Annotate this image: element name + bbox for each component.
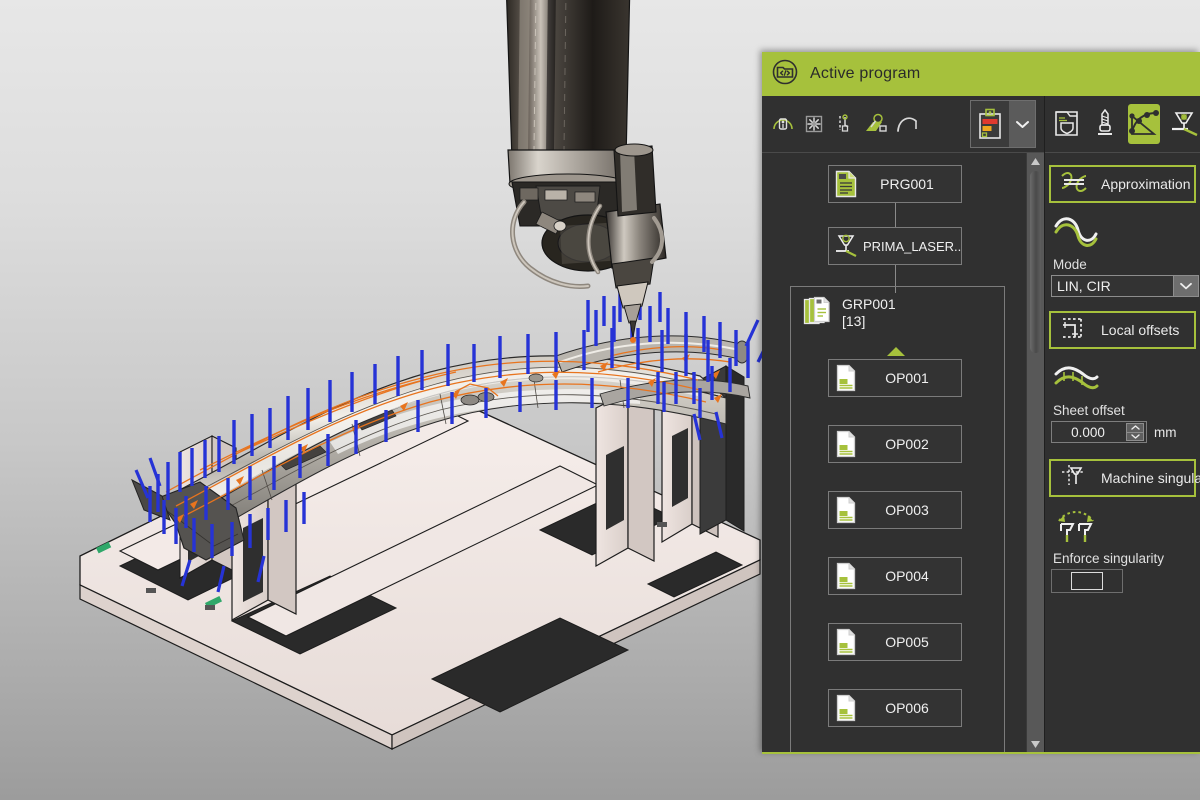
tree-node-label: PRG001 <box>863 176 961 192</box>
part-setup-icon[interactable] <box>863 109 889 139</box>
tree-node-label: PRIMA_LASER... <box>863 239 961 254</box>
tree-node-program[interactable]: PRG001 <box>828 165 962 203</box>
group-collapse-toggle[interactable] <box>887 347 905 356</box>
program-file-icon[interactable] <box>1053 104 1081 144</box>
tree-node-label: GRP001 <box>842 296 896 313</box>
tree-scrollbar[interactable] <box>1026 153 1044 752</box>
panel-body: PRG001 <box>762 96 1200 752</box>
program-code-folder-icon <box>772 59 798 90</box>
section-title: Approximation <box>1101 176 1191 192</box>
tree-node-operation[interactable]: OP006 <box>828 689 962 727</box>
field-label-enforce-singularity: Enforce singularity <box>1053 551 1200 566</box>
tree-toolbar <box>762 96 1044 153</box>
app-root: Active program <box>0 0 1200 800</box>
section-header-approximation[interactable]: Approximation <box>1049 165 1196 203</box>
tree-node-technology[interactable]: PRIMA_LASER... <box>828 227 962 265</box>
tree-node-label: OP004 <box>863 568 961 584</box>
panel-title: Active program <box>810 65 920 83</box>
program-clipboard-icon <box>971 101 1009 147</box>
group-labels: GRP001 [13] <box>842 296 896 330</box>
sheet-offset-unit: mm <box>1154 425 1177 440</box>
program-tree[interactable]: PRG001 <box>762 153 1026 752</box>
enforce-singularity-checkbox[interactable] <box>1051 569 1123 593</box>
chevron-down-icon[interactable] <box>1173 276 1198 296</box>
tree-node-label: OP002 <box>863 436 961 452</box>
tree-node-label: OP005 <box>863 634 961 650</box>
sheet-offset-value[interactable]: 0.000 <box>1052 425 1126 440</box>
op-doc-icon <box>829 694 863 722</box>
properties-list: Approximation Mode LIN, CIR <box>1045 153 1200 752</box>
sheet-offset-stepper[interactable]: 0.000 <box>1051 421 1147 443</box>
op-doc-icon <box>829 364 863 392</box>
measure-probe-icon[interactable] <box>832 109 858 139</box>
tree-scroll-wrap: PRG001 <box>762 153 1044 752</box>
checkbox-box[interactable] <box>1071 572 1103 590</box>
wave-curve-icon <box>1051 211 1200 255</box>
section-header-local-offsets[interactable]: Local offsets <box>1049 311 1196 349</box>
arc-move-icon[interactable] <box>894 109 920 139</box>
program-mode-button[interactable] <box>970 100 1036 148</box>
tree-connector <box>895 203 896 227</box>
enforce-singularity-icon <box>1051 505 1200 549</box>
tree-node-operation[interactable]: OP003 <box>828 491 962 529</box>
tree-node-label: OP001 <box>863 370 961 386</box>
scrollbar-track[interactable] <box>1027 169 1044 736</box>
tree-node-operation[interactable]: OP004 <box>828 557 962 595</box>
field-label-mode: Mode <box>1053 257 1200 272</box>
machine-singularity-icon <box>1059 463 1089 494</box>
toolpath-geometry-icon[interactable] <box>1128 104 1160 144</box>
approximation-icon <box>1059 169 1089 200</box>
laser-spot-icon[interactable] <box>801 109 827 139</box>
sheet-offset-icon <box>1051 357 1200 401</box>
laser-head-icon[interactable] <box>1170 104 1200 144</box>
op-doc-icon <box>829 628 863 656</box>
field-mode: Mode LIN, CIR <box>1045 203 1200 299</box>
local-offsets-icon <box>1059 315 1089 346</box>
tree-node-operation[interactable]: OP005 <box>828 623 962 661</box>
spin-up-icon[interactable] <box>1127 424 1143 433</box>
spin-down-icon[interactable] <box>1127 433 1143 441</box>
active-program-panel: Active program <box>762 52 1200 754</box>
field-enforce-singularity: Enforce singularity <box>1045 497 1200 595</box>
scroll-up-icon[interactable] <box>1027 153 1044 169</box>
program-tree-pane: PRG001 <box>762 96 1045 752</box>
laser-contact-marker <box>630 337 636 343</box>
section-header-machine-singularity[interactable]: Machine singularity <box>1049 459 1196 497</box>
properties-pane: Approximation Mode LIN, CIR <box>1045 96 1200 752</box>
tree-node-operation[interactable]: OP002 <box>828 425 962 463</box>
laser-head-icon <box>829 232 863 260</box>
robot-icon[interactable] <box>770 109 796 139</box>
mode-select[interactable]: LIN, CIR <box>1051 275 1199 297</box>
section-title: Machine singularity <box>1101 470 1200 486</box>
field-sheet-offset: Sheet offset 0.000 <box>1045 349 1200 445</box>
tree-node-label: OP003 <box>863 502 961 518</box>
tree-node-group[interactable]: GRP001 [13] <box>802 296 896 333</box>
field-label-sheet-offset: Sheet offset <box>1053 403 1200 418</box>
scrollbar-thumb[interactable] <box>1030 171 1041 353</box>
sheet-offset-row: 0.000 mm <box>1051 421 1200 443</box>
tool-bit-icon[interactable] <box>1091 104 1118 144</box>
tree-node-label: OP006 <box>863 700 961 716</box>
properties-toolbar <box>1045 96 1200 153</box>
tree-node-operation[interactable]: OP001 <box>828 359 962 397</box>
op-doc-icon <box>829 430 863 458</box>
program-doc-icon <box>829 170 863 198</box>
op-doc-icon <box>829 562 863 590</box>
stepper-buttons[interactable] <box>1126 423 1144 441</box>
scroll-down-icon[interactable] <box>1027 736 1044 752</box>
group-count: [13] <box>842 313 896 330</box>
group-docs-icon <box>802 296 836 333</box>
op-doc-icon <box>829 496 863 524</box>
chevron-down-icon[interactable] <box>1009 101 1035 147</box>
panel-header: Active program <box>762 52 1200 96</box>
mode-row: LIN, CIR <box>1051 275 1200 297</box>
section-title: Local offsets <box>1101 322 1179 338</box>
mode-value: LIN, CIR <box>1052 278 1173 294</box>
